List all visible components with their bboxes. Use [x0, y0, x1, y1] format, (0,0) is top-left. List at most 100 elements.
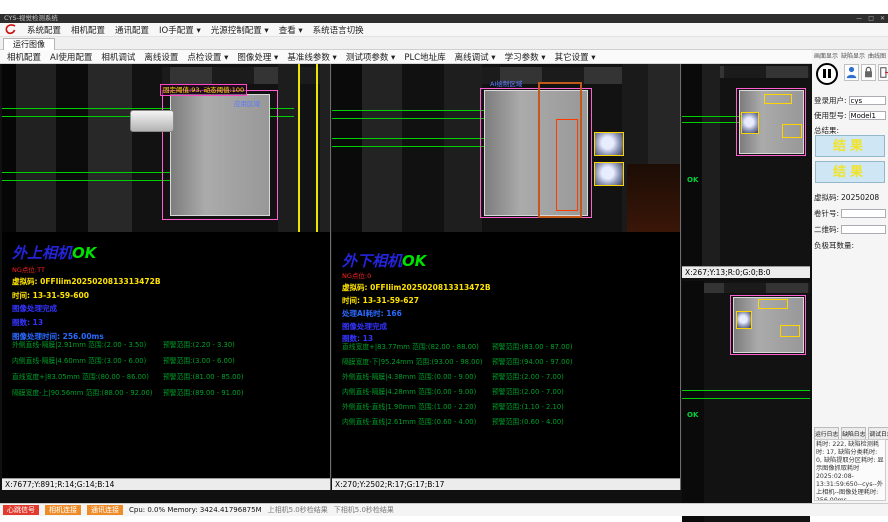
yellow-cursor-line	[298, 64, 300, 232]
needle-number-label: 卷针号:	[814, 208, 839, 219]
ai-roi-label: AI绘制区域	[490, 78, 522, 88]
menu-item-light-config[interactable]: 光源控制配置 ▾	[211, 24, 269, 36]
login-user-label: 登录用户:	[814, 95, 847, 106]
minimize-button[interactable]: —	[856, 14, 862, 23]
camera-name: 外下相机	[342, 252, 402, 270]
time-line: 时间: 13-31-59-600	[12, 290, 89, 301]
measure-value: 内侧直线-直线|2.61mm 范围:(0.60 - 4.00)	[342, 418, 476, 426]
camera-connect-badge: 相机连接	[45, 505, 81, 515]
yellow-cursor-line	[316, 64, 318, 232]
measure-value: 隔膜宽度-上|90.56mm 范围:(88.00 - 92.00)	[12, 389, 152, 397]
machinery-slab	[278, 64, 298, 232]
tool-camera-debug[interactable]: 相机调试	[101, 51, 135, 63]
needle-number-input[interactable]	[841, 209, 886, 218]
measurement-row: 外侧直线-直线|1.90mm 范围:(1.00 - 2.20) 预警范围:(1.1…	[342, 401, 676, 411]
warn-range: 预警范围:(2.00 - 7.00)	[492, 371, 564, 381]
ng-point-label: NG点位:0	[342, 270, 371, 280]
label-curve-chart[interactable]: 曲线图	[868, 51, 886, 60]
machinery-slab	[702, 64, 720, 266]
measurement-row: 外侧直线-隔膜|2.91mm 范围:(2.00 - 3.50)预警范围:(2.2…	[12, 339, 326, 349]
qr-code-input[interactable]	[841, 225, 886, 234]
result-text-outer-lower: 外下相机OK NG点位:0 虚拟码: 0FFIiim20250208133134…	[332, 232, 680, 478]
machinery-slab	[56, 64, 88, 232]
defect-thumbnail	[594, 162, 624, 186]
label-screen-display[interactable]: 画面显示	[814, 51, 838, 60]
machinery-slab	[88, 64, 132, 232]
tool-baseline-params[interactable]: 基准线参数 ▾	[287, 51, 336, 63]
tool-offline-debug[interactable]: 离线调试 ▾	[455, 51, 496, 63]
tool-learning-params[interactable]: 学习参数 ▾	[505, 51, 546, 63]
main-area: 固定阈值:93, 动态阈值:100 应用区域 外上相机OK NG点位:TT 虚拟…	[0, 64, 888, 503]
warn-range: 预警范围:(2.20 - 3.30)	[163, 339, 235, 349]
virtual-code-value: 20250208	[841, 193, 879, 202]
inspection-panel	[170, 94, 270, 216]
camera-view-small-top: OK X:267;Y:13;R:0;G:0;B:0	[682, 64, 810, 278]
close-button[interactable]: ✕	[880, 14, 885, 23]
time-line: 时间: 13-31-59-627	[342, 295, 419, 306]
tool-testitem-params[interactable]: 测试项参数 ▾	[346, 51, 395, 63]
window-titlebar: CYS-视觉检测系统 — □ ✕	[0, 14, 888, 23]
log-textarea[interactable]: 耗时: 222, 缺陷检测耗时: 17, 缺陷分类耗时: 0, 缺陷提取分区耗时…	[814, 439, 886, 501]
login-user-input[interactable]	[849, 96, 886, 105]
measure-value: 外侧直线-直线|1.90mm 范围:(1.00 - 2.20)	[342, 403, 476, 411]
cpu-memory-readout: Cpu: 0.0% Memory: 3424.41796875M	[129, 506, 262, 514]
tool-other-settings[interactable]: 其它设置 ▾	[555, 51, 596, 63]
menu-item-io-config[interactable]: IO手配置 ▾	[159, 24, 201, 36]
tool-camera-config[interactable]: 相机配置	[7, 51, 41, 63]
result-box-upper: 结果	[815, 135, 885, 157]
camera-image-outer-lower[interactable]: AI绘制区域	[332, 64, 680, 232]
tool-offline-setting[interactable]: 离线设置	[144, 51, 178, 63]
model-label: 使用型号:	[814, 110, 847, 121]
measure-value: 内侧直线-隔膜|4.28mm 范围:(0.00 - 9.00)	[342, 388, 476, 396]
tool-ai-usage-config[interactable]: AI使用配置	[50, 51, 92, 63]
machinery-slab	[132, 64, 162, 232]
menu-item-language-switch[interactable]: 系统语言切换	[313, 24, 364, 36]
status-line: 图像处理完成	[12, 303, 57, 314]
menu-item-camera-config[interactable]: 相机配置	[71, 24, 105, 36]
virtual-code-label: 虚拟码:	[814, 192, 839, 203]
green-baseline	[2, 180, 180, 181]
user-login-icon[interactable]	[844, 64, 859, 81]
machinery-slab	[320, 64, 330, 232]
roi-box-yellow	[758, 299, 788, 309]
nozzle-part	[130, 110, 174, 132]
result-ok-small: OK	[687, 176, 698, 184]
roi-box-yellow	[764, 94, 792, 104]
green-baseline	[682, 398, 810, 399]
tool-spotcheck-setting[interactable]: 点检设置 ▾	[187, 51, 228, 63]
tool-plc-address[interactable]: PLC地址库	[404, 51, 445, 63]
upper-camera-status: 上相机5.0秒检结果	[268, 505, 328, 515]
menu-item-comm-config[interactable]: 通讯配置	[115, 24, 149, 36]
tab-run-image[interactable]: 运行图像	[3, 38, 55, 50]
camera-view-small-bottom: OK X:311;Y:980;R:0;G:0;B:0	[682, 281, 810, 522]
camera-image-small-top[interactable]: OK	[682, 64, 810, 266]
green-baseline	[2, 172, 180, 173]
pixel-coordinate-readout: X:270;Y:2502;R:17;G:17;B:17	[332, 478, 680, 490]
camera-view-outer-upper: 固定阈值:93, 动态阈值:100 应用区域 外上相机OK NG点位:TT 虚拟…	[2, 64, 331, 490]
exit-icon[interactable]	[878, 64, 888, 81]
warn-range: 预警范围:(83.00 - 87.00)	[492, 341, 572, 351]
warn-range: 预警范围:(1.10 - 2.10)	[492, 401, 564, 411]
menu-item-view[interactable]: 查看 ▾	[279, 24, 303, 36]
measurement-row: 内侧直线-隔膜|4.60mm 范围:(3.00 - 6.00)预警范围:(3.0…	[12, 355, 326, 365]
model-input[interactable]	[849, 111, 886, 120]
threshold-label: 固定阈值:93, 动态阈值:100	[160, 84, 247, 96]
window-title: CYS-视觉检测系统	[4, 14, 58, 22]
toolbar: 相机配置 AI使用配置 相机调试 离线设置 点检设置 ▾ 图像处理 ▾ 基准线参…	[0, 50, 888, 64]
ai-time-line: 处理AI耗时: 166	[342, 308, 402, 319]
machinery-slab	[2, 64, 16, 232]
camera-image-small-bottom[interactable]: OK	[682, 281, 810, 522]
menu-item-system-config[interactable]: 系统配置	[27, 24, 61, 36]
right-sidebar: 画面显示 缺陷显示 曲线图 登录用户: 使用型号: 总结果: 结果 结果 虚拟码…	[812, 50, 888, 503]
measurement-row: 直线宽度+|83.05mm 范围:(80.00 - 86.00)预警范围:(81…	[12, 371, 326, 381]
lock-icon[interactable]	[861, 64, 876, 81]
tool-image-processing[interactable]: 图像处理 ▾	[237, 51, 278, 63]
negative-tab-count-label: 负极耳数量:	[814, 240, 854, 251]
result-ok: OK	[402, 252, 426, 270]
pause-button[interactable]	[816, 63, 838, 85]
label-defect-display[interactable]: 缺陷显示	[841, 51, 865, 60]
maximize-button[interactable]: □	[868, 14, 874, 23]
camera-image-outer-upper[interactable]: 固定阈值:93, 动态阈值:100 应用区域	[2, 64, 330, 232]
green-baseline	[332, 146, 484, 147]
warn-range: 预警范围:(0.60 - 4.00)	[492, 416, 564, 426]
